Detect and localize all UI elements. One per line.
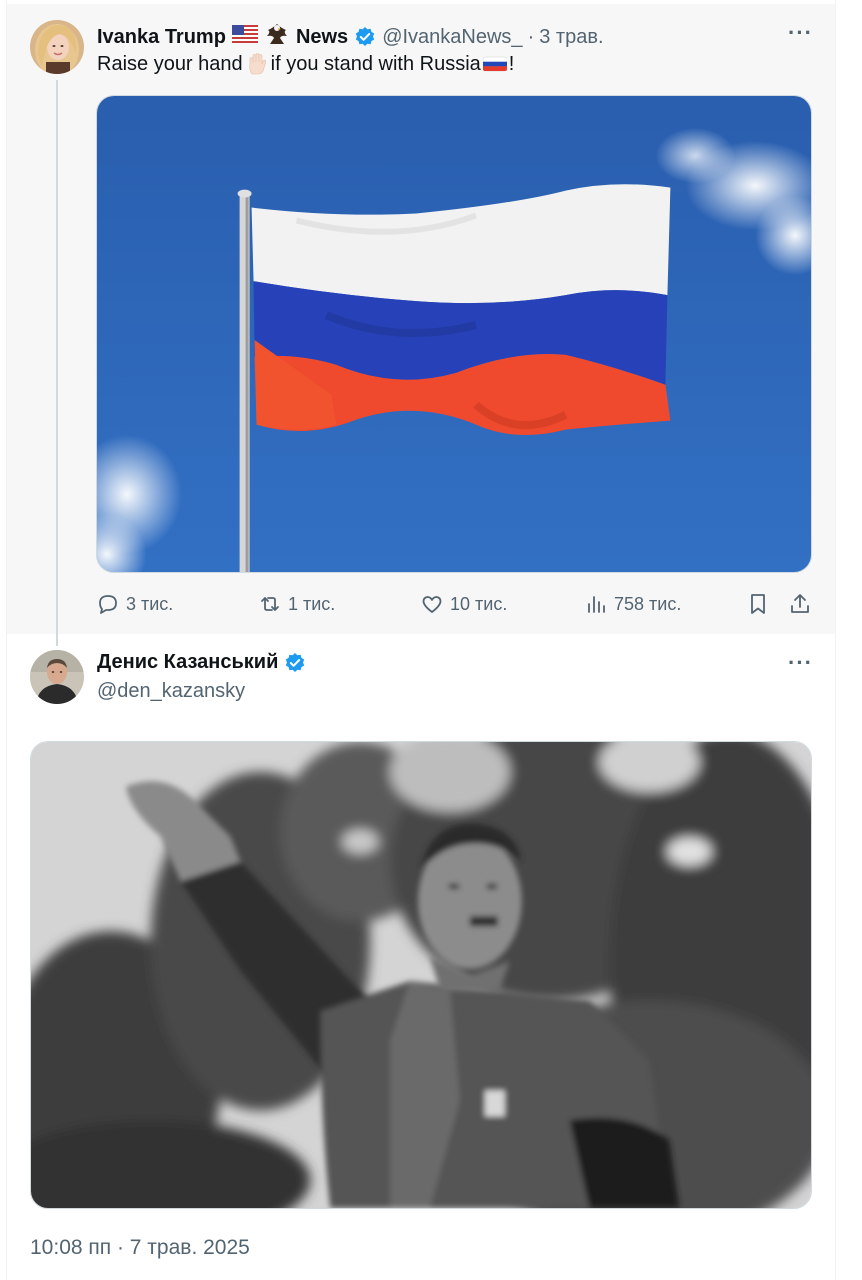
repost-button[interactable]: 1 тис. <box>258 592 335 616</box>
russia-flag-icon <box>482 52 508 76</box>
views-icon <box>588 596 605 613</box>
parent-tweet-image-russian-flag[interactable] <box>96 95 812 573</box>
parent-author-name[interactable]: Ivanka Trump <box>97 26 226 49</box>
reply-author-name[interactable]: Денис Казанський <box>97 651 278 674</box>
parent-tweet-text: Raise your hand if you stand with Russia… <box>97 52 514 76</box>
share-button[interactable] <box>788 592 812 616</box>
raised-hand-icon <box>245 52 269 76</box>
parent-author-handle[interactable]: @IvankaNews_ <box>382 26 522 49</box>
reply-count: 3 тис. <box>126 593 174 614</box>
like-button[interactable]: 10 тис. <box>420 592 507 616</box>
bookmark-icon <box>751 594 765 614</box>
reply-icon <box>99 595 117 614</box>
reply-tweet-image-photo[interactable] <box>30 741 812 1209</box>
us-flag-icon <box>231 25 258 49</box>
reply-tweet-timestamp[interactable]: 10:08 пп · 7 трав. 2025 <box>30 1236 250 1260</box>
tweet-text-part-2: if you stand with Russia <box>270 52 481 75</box>
views-count: 758 тис. <box>614 593 682 614</box>
repost-icon <box>261 597 279 611</box>
reply-author-header: Денис Казанський <box>97 651 306 674</box>
verified-badge-icon <box>284 652 306 674</box>
tweet-text-part-3: ! <box>508 52 515 75</box>
reply-button[interactable]: 3 тис. <box>96 592 173 616</box>
reply-author-avatar[interactable] <box>30 650 84 704</box>
more-options-icon[interactable]: ··· <box>788 20 813 46</box>
tweet-text-part-1: Raise your hand <box>97 52 243 75</box>
more-options-icon[interactable]: ··· <box>788 650 813 676</box>
parent-author-avatar[interactable] <box>30 20 84 74</box>
header-separator: · <box>527 25 535 48</box>
reply-author-handle[interactable]: @den_kazansky <box>97 680 245 703</box>
like-icon <box>422 596 442 613</box>
repost-count: 1 тис. <box>288 593 336 614</box>
parent-author-name-suffix[interactable]: News <box>296 26 348 49</box>
parent-tweet-time[interactable]: 3 трав. <box>539 26 603 49</box>
share-icon <box>791 594 809 613</box>
like-count: 10 тис. <box>450 593 508 614</box>
reply-handle-row: @den_kazansky <box>97 680 245 703</box>
bookmark-button[interactable] <box>746 592 770 616</box>
eagle-icon <box>264 22 290 52</box>
parent-author-header: Ivanka Trump News @IvankaNews_ · 3 трав. <box>97 22 604 52</box>
thread-connector-line <box>56 80 58 646</box>
parent-tweet-actions: 3 тис. 1 тис. 10 тис. 758 тис. <box>96 592 816 618</box>
views-button[interactable]: 758 тис. <box>584 592 681 616</box>
verified-badge-icon <box>354 26 376 48</box>
